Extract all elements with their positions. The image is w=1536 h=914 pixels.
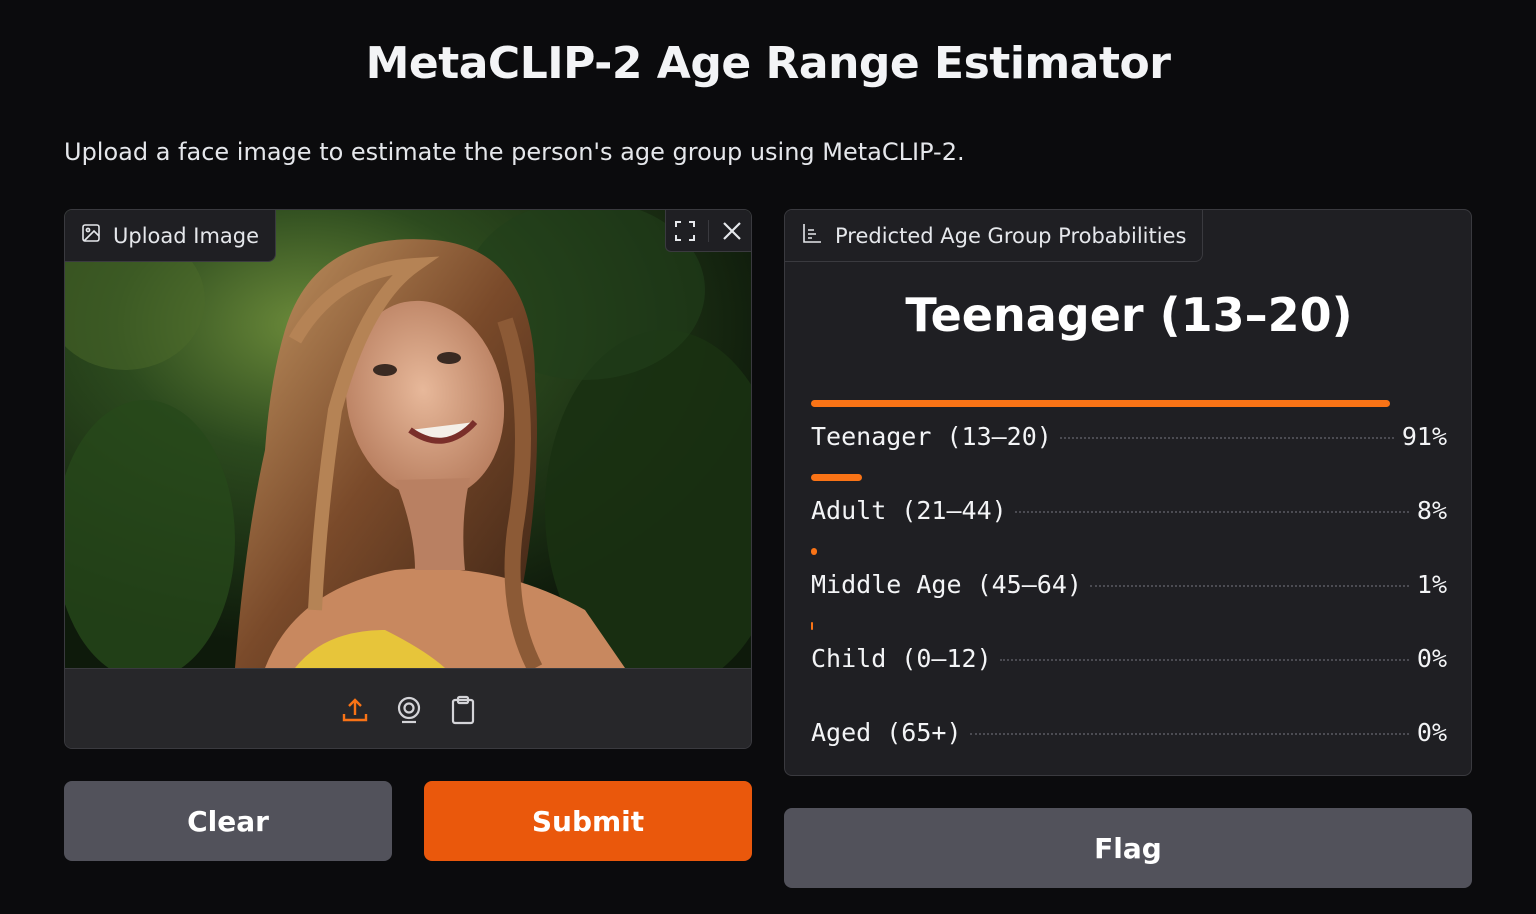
flag-button[interactable]: Flag	[784, 808, 1472, 888]
confidence-item: Aged (65+) 0%	[811, 696, 1447, 770]
confidence-label: Adult (21–44)	[811, 496, 1007, 525]
confidence-value: 0%	[1416, 644, 1447, 673]
confidence-bar	[811, 622, 813, 630]
fullscreen-icon[interactable]	[669, 215, 701, 247]
image-controls	[665, 210, 751, 252]
confidence-label: Teenager (13–20)	[811, 422, 1052, 451]
confidence-item: Child (0–12) 0%	[811, 622, 1447, 696]
confidence-item: Teenager (13–20) 91%	[811, 400, 1447, 474]
image-icon	[81, 223, 101, 248]
confidence-label: Aged (65+)	[811, 718, 962, 747]
page-title: MetaCLIP-2 Age Range Estimator	[365, 38, 1171, 89]
image-input-panel: Upload Image	[64, 209, 752, 749]
chart-icon	[801, 222, 823, 249]
confidence-list: Teenager (13–20) 91% Adult (21–44) 8% Mi…	[811, 400, 1447, 770]
dotted-leader	[1059, 437, 1394, 439]
webcam-icon[interactable]	[393, 694, 425, 726]
prediction-output-tab: Predicted Age Group Probabilities	[785, 210, 1204, 262]
control-divider	[707, 219, 709, 242]
confidence-bar	[811, 400, 1390, 407]
confidence-label: Child (0–12)	[811, 644, 992, 673]
image-input-label: Upload Image	[113, 223, 260, 248]
image-input-tab: Upload Image	[65, 210, 277, 262]
dotted-leader	[1089, 585, 1409, 587]
dotted-leader	[999, 659, 1409, 661]
close-icon[interactable]	[716, 215, 748, 247]
confidence-bar	[811, 474, 862, 481]
page-description: Upload a face image to estimate the pers…	[64, 138, 965, 166]
image-source-toolbar	[65, 668, 751, 748]
dotted-leader	[1014, 511, 1409, 513]
dotted-leader	[969, 733, 1409, 735]
photo-illustration	[65, 210, 751, 668]
confidence-label: Middle Age (45–64)	[811, 570, 1082, 599]
confidence-value: 8%	[1416, 496, 1447, 525]
confidence-value: 0%	[1416, 718, 1447, 747]
confidence-item: Adult (21–44) 8%	[811, 474, 1447, 548]
prediction-output-label: Predicted Age Group Probabilities	[835, 223, 1187, 248]
top-prediction-label: Teenager (13–20)	[905, 288, 1353, 342]
confidence-value: 91%	[1401, 422, 1447, 451]
uploaded-photo[interactable]	[65, 210, 751, 668]
clipboard-icon[interactable]	[447, 694, 479, 726]
submit-button[interactable]: Submit	[424, 781, 752, 861]
confidence-item: Middle Age (45–64) 1%	[811, 548, 1447, 622]
clear-button[interactable]: Clear	[64, 781, 392, 861]
confidence-value: 1%	[1416, 570, 1447, 599]
prediction-output-panel: Predicted Age Group Probabilities Teenag…	[784, 209, 1472, 776]
upload-icon[interactable]	[339, 694, 371, 726]
confidence-bar	[811, 548, 817, 555]
